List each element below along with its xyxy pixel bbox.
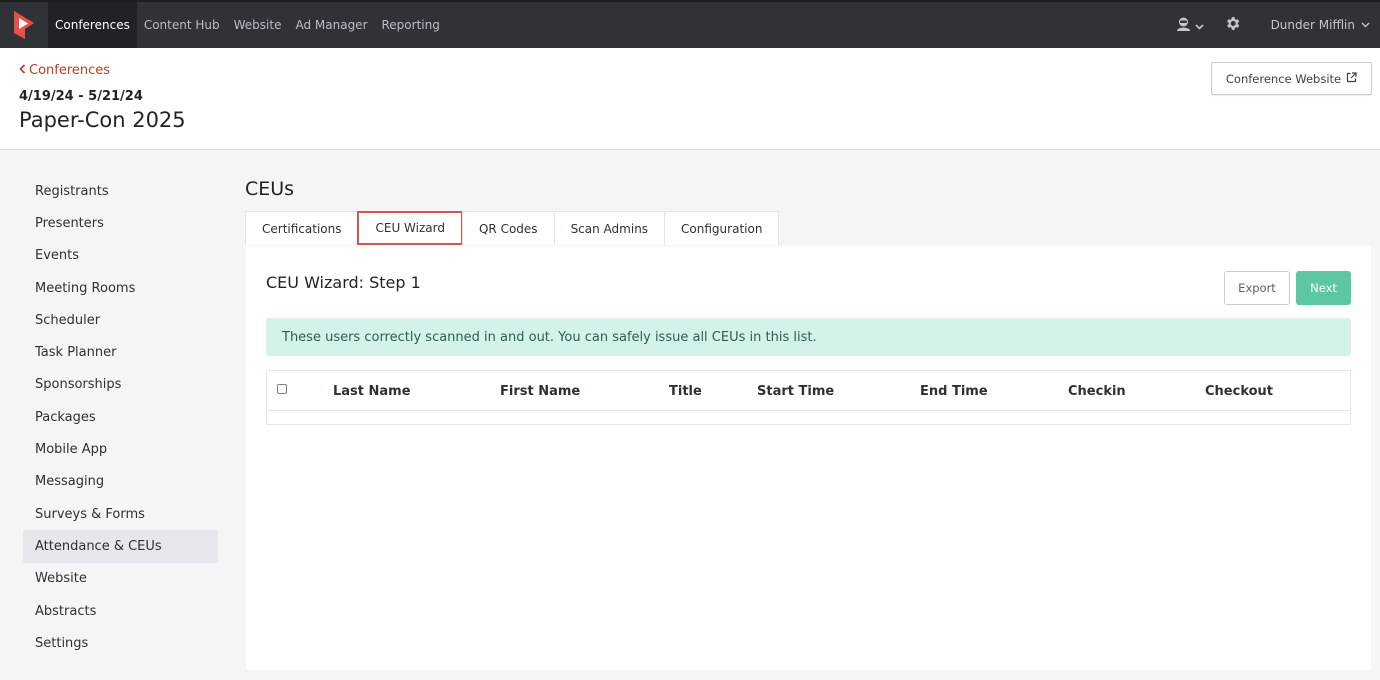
ceu-wizard-panel: CEU Wizard: Step 1 Export Next These use… xyxy=(246,246,1371,670)
tab-certifications[interactable]: Certifications xyxy=(245,211,359,245)
conference-website-label: Conference Website xyxy=(1225,71,1342,86)
nav-website[interactable]: Website xyxy=(227,2,289,48)
user-name: Dunder Mifflin xyxy=(1270,18,1355,32)
back-link-label: Conferences xyxy=(29,63,111,78)
user-menu[interactable]: Dunder Mifflin xyxy=(1241,18,1380,32)
select-all-checkbox[interactable] xyxy=(277,384,287,394)
nav-right-group: Dunder Mifflin xyxy=(1175,2,1380,48)
ceu-users-table: Last Name First Name Title Start Time En… xyxy=(266,370,1351,425)
nav-ad-manager[interactable]: Ad Manager xyxy=(288,2,374,48)
sidebar-item-surveys-forms[interactable]: Surveys & Forms xyxy=(23,498,218,530)
conference-date-range: 4/19/24 - 5/21/24 xyxy=(19,89,143,104)
sidebar-item-presenters[interactable]: Presenters xyxy=(23,207,218,239)
sidebar-item-registrants[interactable]: Registrants xyxy=(23,175,218,207)
conference-website-button[interactable]: Conference Website xyxy=(1211,62,1372,95)
page-title: Paper-Con 2025 xyxy=(19,108,186,132)
column-header-title[interactable]: Title xyxy=(669,371,702,411)
nav-content-hub[interactable]: Content Hub xyxy=(137,2,227,48)
sidebar-item-scheduler[interactable]: Scheduler xyxy=(23,304,218,336)
support-menu[interactable] xyxy=(1175,15,1204,36)
settings-button[interactable] xyxy=(1224,15,1241,36)
sidebar-item-task-planner[interactable]: Task Planner xyxy=(23,336,218,368)
ceu-tabs: Certifications CEU Wizard QR Codes Scan … xyxy=(245,211,780,245)
success-alert: These users correctly scanned in and out… xyxy=(266,318,1351,356)
nav-reporting[interactable]: Reporting xyxy=(375,2,447,48)
export-button[interactable]: Export xyxy=(1224,271,1290,305)
tab-scan-admins[interactable]: Scan Admins xyxy=(553,211,666,245)
tab-qr-codes[interactable]: QR Codes xyxy=(461,211,555,245)
sidebar-item-settings[interactable]: Settings xyxy=(23,627,218,659)
sidebar-item-website[interactable]: Website xyxy=(23,563,218,595)
wizard-step-title: CEU Wizard: Step 1 xyxy=(266,273,421,292)
external-link-icon xyxy=(1346,71,1357,86)
tab-configuration[interactable]: Configuration xyxy=(664,211,780,245)
next-button[interactable]: Next xyxy=(1296,271,1351,305)
sidebar-item-mobile-app[interactable]: Mobile App xyxy=(23,433,218,465)
nav-conferences[interactable]: Conferences xyxy=(48,2,137,48)
conference-header: Conferences 4/19/24 - 5/21/24 Paper-Con … xyxy=(0,48,1380,150)
column-header-start-time[interactable]: Start Time xyxy=(757,371,834,411)
column-header-first-name[interactable]: First Name xyxy=(500,371,580,411)
column-header-last-name[interactable]: Last Name xyxy=(333,371,411,411)
column-header-checkout[interactable]: Checkout xyxy=(1205,371,1273,411)
sidebar: Registrants Presenters Events Meeting Ro… xyxy=(23,175,218,659)
support-agent-icon xyxy=(1175,15,1192,36)
top-navigation: Conferences Content Hub Website Ad Manag… xyxy=(0,0,1380,48)
table-header-row: Last Name First Name Title Start Time En… xyxy=(267,371,1350,411)
section-title: CEUs xyxy=(245,178,295,200)
app-logo-icon[interactable] xyxy=(0,2,48,48)
chevron-left-icon xyxy=(19,63,26,78)
column-header-end-time[interactable]: End Time xyxy=(920,371,988,411)
sidebar-item-meeting-rooms[interactable]: Meeting Rooms xyxy=(23,272,218,304)
sidebar-item-abstracts[interactable]: Abstracts xyxy=(23,595,218,627)
sidebar-item-events[interactable]: Events xyxy=(23,240,218,272)
sidebar-item-packages[interactable]: Packages xyxy=(23,401,218,433)
sidebar-item-sponsorships[interactable]: Sponsorships xyxy=(23,369,218,401)
chevron-down-icon xyxy=(1361,18,1370,32)
gear-icon xyxy=(1224,15,1241,36)
column-header-checkin[interactable]: Checkin xyxy=(1068,371,1126,411)
back-to-conferences-link[interactable]: Conferences xyxy=(19,63,110,78)
sidebar-item-attendance-ceus[interactable]: Attendance & CEUs xyxy=(23,530,218,563)
sidebar-item-messaging[interactable]: Messaging xyxy=(23,466,218,498)
chevron-down-icon xyxy=(1194,16,1204,35)
tab-ceu-wizard[interactable]: CEU Wizard xyxy=(357,211,463,245)
